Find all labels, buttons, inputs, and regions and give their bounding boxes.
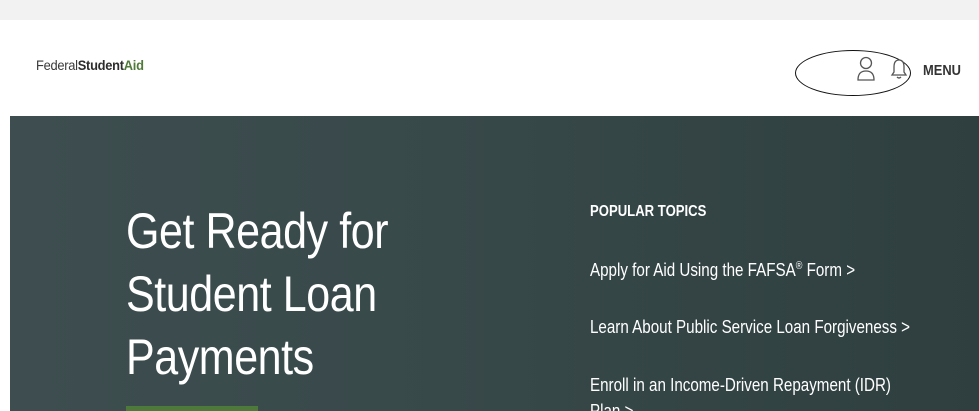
hero-banner: Get Ready for Student Loan Payments POPU…	[10, 116, 979, 411]
hero-title: Get Ready for Student Loan Payments	[126, 200, 453, 389]
topic-link-idr-continuation[interactable]: Plan >	[590, 400, 633, 411]
user-icon[interactable]	[856, 56, 876, 82]
popular-topics-heading: POPULAR TOPICS	[590, 203, 707, 220]
hero-title-line: Payments	[126, 329, 314, 385]
hero-title-line: Student Loan	[126, 266, 377, 322]
menu-button[interactable]: MENU	[923, 62, 961, 79]
logo-federal: Federal	[36, 57, 78, 73]
logo-student: Student	[77, 57, 124, 73]
topic-link-text: Apply for Aid Using the FAFSA	[590, 259, 796, 280]
topic-link-idr[interactable]: Enroll in an Income-Driven Repayment (ID…	[590, 374, 891, 396]
federal-student-aid-logo[interactable]: FederalStudentAid	[36, 57, 144, 73]
site-header: FederalStudentAid MENU	[0, 20, 979, 116]
topic-link-suffix: Form >	[802, 259, 856, 280]
hero-title-line: Get Ready for	[126, 203, 389, 259]
topic-link-fafsa[interactable]: Apply for Aid Using the FAFSA® Form >	[590, 259, 855, 281]
logo-aid: Aid	[123, 57, 144, 73]
bell-icon[interactable]	[890, 58, 908, 80]
hero-cta-button[interactable]	[126, 406, 258, 411]
browser-top-strip	[0, 0, 979, 20]
topic-link-pslf[interactable]: Learn About Public Service Loan Forgiven…	[590, 316, 910, 338]
